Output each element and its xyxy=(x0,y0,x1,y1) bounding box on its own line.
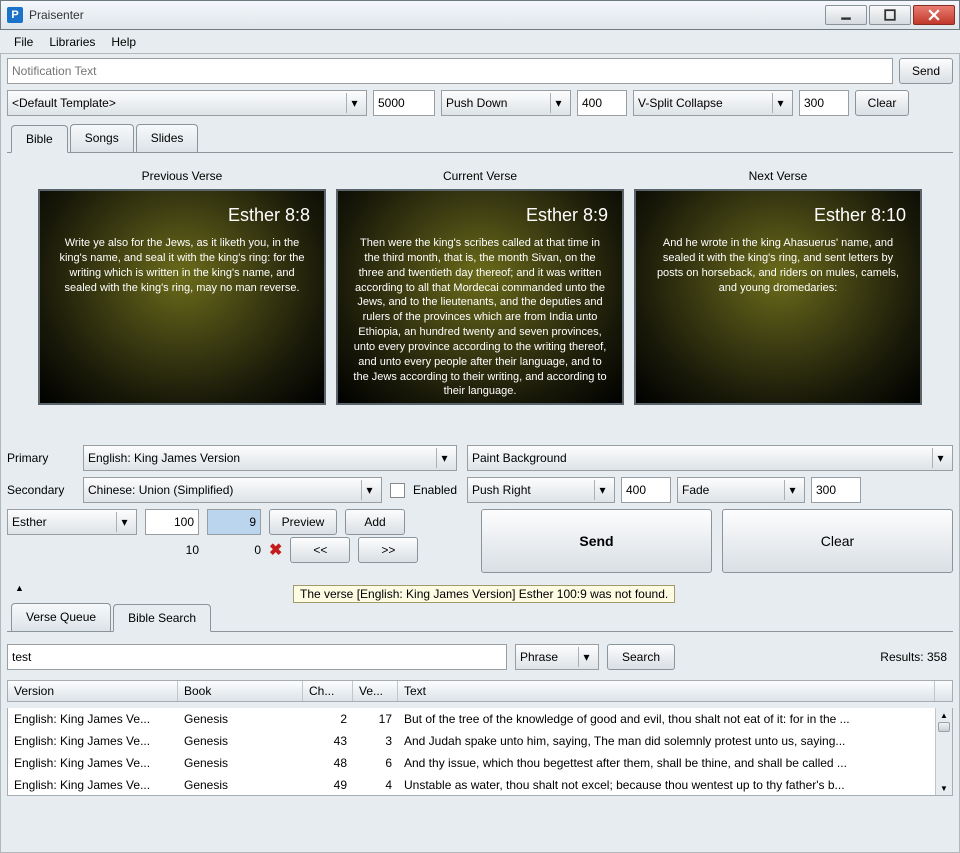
duration-input[interactable] xyxy=(373,90,435,116)
prev-ref: Esther 8:8 xyxy=(54,205,310,226)
table-row[interactable]: English: King James Ve...Genesis494Unsta… xyxy=(8,774,952,796)
tab-slides[interactable]: Slides xyxy=(136,124,199,152)
slide-transition-ms[interactable] xyxy=(621,477,671,503)
tab-bible[interactable]: Bible xyxy=(11,125,68,153)
maximize-button[interactable] xyxy=(869,5,911,25)
tab-bible-search[interactable]: Bible Search xyxy=(113,604,211,632)
notification-input[interactable] xyxy=(7,58,893,84)
chevron-down-icon: ▾ xyxy=(550,93,566,113)
previous-verse-label: Previous Verse xyxy=(142,169,223,183)
slide-effect-ms[interactable] xyxy=(811,477,861,503)
col-text[interactable]: Text xyxy=(398,681,935,701)
chevron-down-icon: ▾ xyxy=(578,647,594,667)
enabled-label: Enabled xyxy=(413,483,457,497)
chevron-down-icon: ▾ xyxy=(436,448,452,468)
prev-verse-button[interactable]: << xyxy=(290,537,350,563)
search-type-select[interactable]: Phrase▾ xyxy=(515,644,599,670)
max-chapter: 10 xyxy=(145,543,199,557)
chapter-input[interactable] xyxy=(145,509,199,535)
results-header: Version Book Ch... Ve... Text xyxy=(7,680,953,702)
next-verse-label: Next Verse xyxy=(749,169,808,183)
verse-input[interactable] xyxy=(207,509,261,535)
background-select[interactable]: Paint Background▾ xyxy=(467,445,953,471)
col-chapter[interactable]: Ch... xyxy=(303,681,353,701)
curr-ref: Esther 8:9 xyxy=(352,205,608,226)
menubar: File Libraries Help xyxy=(0,30,960,54)
close-button[interactable] xyxy=(913,5,955,25)
results-count: Results: 358 xyxy=(880,650,953,664)
error-icon: ✖ xyxy=(269,540,282,560)
max-verse: 0 xyxy=(207,543,261,557)
chevron-down-icon: ▾ xyxy=(361,480,377,500)
menu-libraries[interactable]: Libraries xyxy=(43,33,101,51)
menu-file[interactable]: File xyxy=(8,33,39,51)
curr-text: Then were the king's scribes called at t… xyxy=(352,236,608,399)
slide-transition-select[interactable]: Push Right▾ xyxy=(467,477,615,503)
col-version[interactable]: Version xyxy=(8,681,178,701)
next-slide: Esther 8:10 And he wrote in the king Aha… xyxy=(634,189,922,405)
transition-out-ms-input[interactable] xyxy=(799,90,849,116)
chevron-down-icon: ▾ xyxy=(784,480,800,500)
preview-button[interactable]: Preview xyxy=(269,509,337,535)
error-tooltip: The verse [English: King James Version] … xyxy=(293,585,675,603)
main-tabs: Bible Songs Slides xyxy=(7,124,953,153)
previous-slide: Esther 8:8 Write ye also for the Jews, a… xyxy=(38,189,326,405)
chevron-down-icon: ▾ xyxy=(594,480,610,500)
chevron-down-icon: ▾ xyxy=(346,93,362,113)
current-slide: Esther 8:9 Then were the king's scribes … xyxy=(336,189,624,405)
table-row[interactable]: English: King James Ve...Genesis217But o… xyxy=(8,708,952,730)
chevron-down-icon: ▾ xyxy=(116,512,132,532)
app-icon: P xyxy=(7,7,23,23)
prev-text: Write ye also for the Jews, as it liketh… xyxy=(54,236,310,389)
search-button[interactable]: Search xyxy=(607,644,675,670)
send-notification-button[interactable]: Send xyxy=(899,58,953,84)
send-verse-button[interactable]: Send xyxy=(481,509,712,573)
transition-in-ms-input[interactable] xyxy=(577,90,627,116)
next-text: And he wrote in the king Ahasuerus' name… xyxy=(650,236,906,389)
scrollbar[interactable]: ▲ ▼ xyxy=(935,708,952,795)
current-verse-label: Current Verse xyxy=(443,169,517,183)
next-ref: Esther 8:10 xyxy=(650,205,906,226)
template-select[interactable]: <Default Template>▾ xyxy=(7,90,367,116)
clear-notification-button[interactable]: Clear xyxy=(855,90,909,116)
tab-songs[interactable]: Songs xyxy=(70,124,134,152)
tab-verse-queue[interactable]: Verse Queue xyxy=(11,603,111,631)
menu-help[interactable]: Help xyxy=(105,33,142,51)
chevron-down-icon: ▾ xyxy=(772,93,788,113)
col-book[interactable]: Book xyxy=(178,681,303,701)
primary-label: Primary xyxy=(7,451,75,465)
secondary-enabled-checkbox[interactable] xyxy=(390,483,405,498)
scroll-down-icon[interactable]: ▼ xyxy=(936,781,952,795)
clear-verse-button[interactable]: Clear xyxy=(722,509,953,573)
window-title: Praisenter xyxy=(29,8,825,22)
table-row[interactable]: English: King James Ve...Genesis486And t… xyxy=(8,752,952,774)
book-select[interactable]: Esther▾ xyxy=(7,509,137,535)
window-titlebar: P Praisenter xyxy=(0,0,960,30)
chevron-down-icon: ▾ xyxy=(932,448,948,468)
table-row[interactable]: English: King James Ve...Genesis433And J… xyxy=(8,730,952,752)
add-button[interactable]: Add xyxy=(345,509,405,535)
secondary-bible-select[interactable]: Chinese: Union (Simplified)▾ xyxy=(83,477,382,503)
search-input[interactable] xyxy=(7,644,507,670)
scroll-thumb[interactable] xyxy=(938,722,950,732)
transition-out-select[interactable]: V-Split Collapse▾ xyxy=(633,90,793,116)
secondary-label: Secondary xyxy=(7,483,75,497)
minimize-button[interactable] xyxy=(825,5,867,25)
next-verse-button[interactable]: >> xyxy=(358,537,418,563)
col-verse[interactable]: Ve... xyxy=(353,681,398,701)
results-grid[interactable]: English: King James Ve...Genesis217But o… xyxy=(7,708,953,796)
transition-in-select[interactable]: Push Down▾ xyxy=(441,90,571,116)
scroll-up-icon[interactable]: ▲ xyxy=(936,708,952,722)
slide-effect-select[interactable]: Fade▾ xyxy=(677,477,805,503)
primary-bible-select[interactable]: English: King James Version▾ xyxy=(83,445,457,471)
